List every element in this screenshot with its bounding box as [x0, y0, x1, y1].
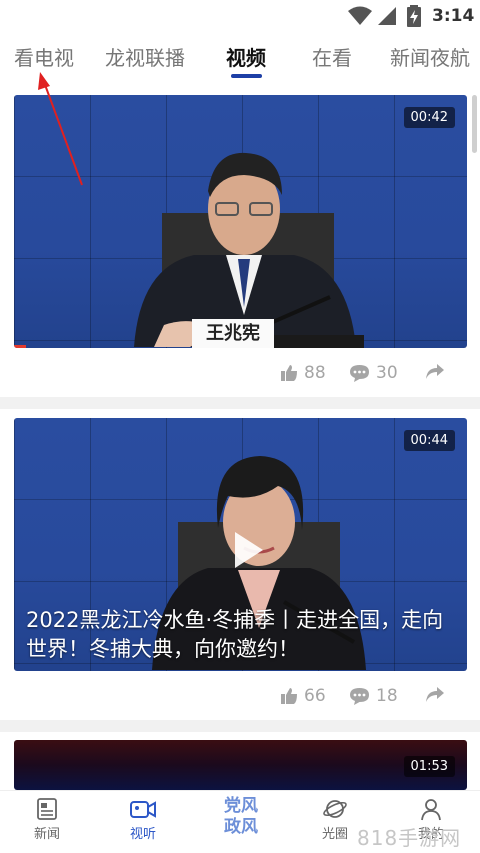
comment-button[interactable]: 18	[349, 686, 398, 706]
comment-count: 18	[376, 686, 398, 706]
share-button[interactable]	[425, 686, 445, 704]
status-bar: 3:14	[0, 0, 480, 34]
party-style-line-1: 党风	[224, 796, 258, 816]
share-icon	[426, 687, 444, 702]
video-card[interactable]: 00:44 2022黑龙江冷水鱼·冬捕季丨走进全国，走向世界！冬捕大典，向你邀约…	[0, 418, 480, 720]
video-thumbnail[interactable]: 王兆宪 00:42	[14, 95, 467, 348]
like-count: 66	[304, 686, 326, 706]
share-button[interactable]	[425, 363, 445, 381]
thumbs-up-icon	[281, 365, 297, 381]
nav-video[interactable]: 视听	[108, 797, 178, 842]
video-card[interactable]: 01:53	[0, 740, 480, 790]
video-card[interactable]: 王兆宪 00:42 88 30	[0, 95, 480, 397]
comment-icon	[350, 687, 369, 705]
progress-bar	[14, 345, 26, 348]
video-thumbnail[interactable]: 00:44 2022黑龙江冷水鱼·冬捕季丨走进全国，走向世界！冬捕大典，向你邀约…	[14, 418, 467, 671]
play-icon[interactable]	[223, 527, 269, 573]
nav-news[interactable]: 新闻	[12, 797, 82, 842]
video-camera-icon	[130, 801, 156, 818]
card-stats: 88 30	[0, 363, 480, 393]
card-separator	[0, 397, 480, 409]
video-title: 2022黑龙江冷水鱼·冬捕季丨走进全国，走向世界！冬捕大典，向你邀约！	[26, 608, 444, 661]
tab-longshi-news[interactable]: 龙视联播	[105, 42, 185, 71]
share-icon	[426, 364, 444, 379]
scrollbar[interactable]	[472, 95, 477, 153]
duration-badge: 00:44	[403, 430, 455, 451]
video-thumbnail[interactable]: 01:53	[14, 740, 467, 790]
planet-icon	[323, 800, 347, 818]
channel-tabs: 看电视 龙视联播 视频 在看 新闻夜航	[0, 38, 480, 82]
tab-video[interactable]: 视频	[226, 42, 266, 71]
party-style-line-2: 政风	[224, 817, 258, 837]
like-button[interactable]: 66	[280, 686, 326, 706]
card-stats: 66 18	[0, 686, 480, 716]
comment-button[interactable]: 30	[349, 363, 398, 383]
comment-icon	[350, 364, 369, 382]
signal-icon	[378, 7, 396, 25]
wifi-icon	[348, 6, 372, 25]
thumbs-up-icon	[281, 688, 297, 704]
tab-watching[interactable]: 在看	[312, 42, 352, 71]
nav-video-label: 视听	[129, 827, 156, 842]
duration-badge: 00:42	[403, 107, 455, 128]
comment-count: 30	[376, 363, 398, 383]
person-icon	[421, 799, 441, 821]
speaker-figure	[134, 152, 364, 348]
battery-charging-icon	[407, 5, 421, 27]
card-separator	[0, 720, 480, 732]
nav-party-style[interactable]: 党风 政风	[219, 796, 263, 838]
like-button[interactable]: 88	[280, 363, 326, 383]
active-tab-indicator	[231, 74, 262, 78]
nameplate: 王兆宪	[192, 319, 274, 348]
watermark: 818手游网	[357, 826, 462, 850]
like-count: 88	[304, 363, 326, 383]
tab-watch-tv[interactable]: 看电视	[14, 42, 74, 71]
tab-news-night[interactable]: 新闻夜航	[390, 42, 470, 71]
duration-badge: 01:53	[403, 756, 455, 777]
clock: 3:14	[432, 6, 475, 26]
news-icon	[37, 798, 57, 820]
nav-news-label: 新闻	[33, 827, 60, 842]
